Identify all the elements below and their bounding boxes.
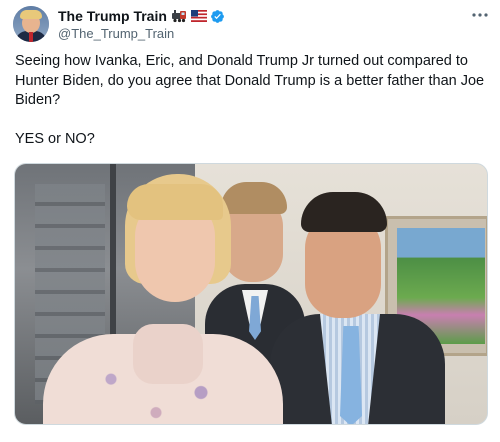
author-handle[interactable]: @The_Trump_Train [58, 26, 174, 41]
tweet-photo[interactable] [14, 163, 488, 425]
verified-badge-icon [210, 9, 225, 24]
us-flag-emoji-icon [190, 10, 207, 22]
author-name-row: The Trump Train [58, 7, 225, 25]
tweet-text: Seeing how Ivanka, Eric, and Donald Trum… [15, 53, 485, 147]
avatar[interactable] [13, 6, 49, 42]
train-emoji-icon [171, 9, 187, 23]
display-name[interactable]: The Trump Train [58, 8, 167, 24]
tweet-card: The Trump Train @The_Trump_Train Seeing … [0, 0, 500, 442]
more-options-icon[interactable] [470, 8, 490, 22]
